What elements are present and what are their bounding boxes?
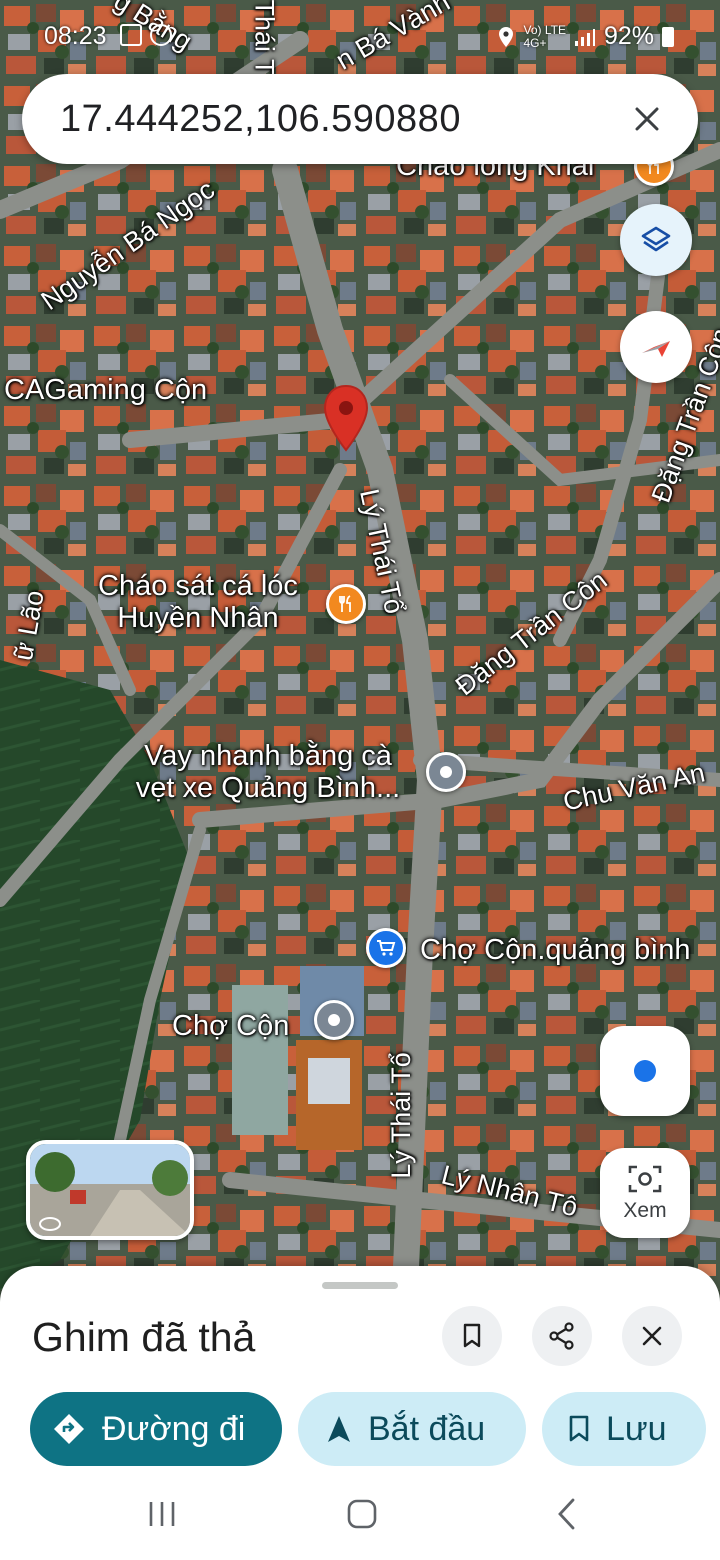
lens-label: Xem bbox=[623, 1199, 667, 1222]
search-bar[interactable]: 17.444252,106.590880 bbox=[22, 74, 698, 164]
street-view-image bbox=[30, 1144, 190, 1236]
my-location-icon bbox=[634, 1060, 656, 1082]
bookmark-icon bbox=[569, 1415, 589, 1442]
place-label-line: vẹt xe Quảng Bình... bbox=[135, 772, 401, 804]
street-label-ly-thai-to: Lý Thái Tổ bbox=[385, 1052, 416, 1179]
home-icon bbox=[347, 1499, 377, 1529]
close-icon bbox=[635, 107, 659, 131]
place-label-cho-con-shop[interactable]: Chợ Cộn.quảng bình bbox=[420, 934, 691, 966]
battery-level: 92% bbox=[603, 22, 654, 50]
my-location-button[interactable] bbox=[600, 1026, 690, 1116]
network-sub: Vo) LTE bbox=[523, 22, 566, 37]
location-icon bbox=[499, 26, 514, 47]
system-icons: Vo) LTE 4G+ 92% bbox=[497, 22, 674, 51]
search-query[interactable]: 17.444252,106.590880 bbox=[60, 98, 461, 141]
recent-apps-icon bbox=[149, 1502, 175, 1526]
directions-label: Đường đi bbox=[102, 1409, 246, 1448]
compass-button[interactable] bbox=[620, 311, 692, 383]
layers-button[interactable] bbox=[620, 204, 692, 276]
start-label: Bắt đầu bbox=[368, 1409, 486, 1448]
status-bar: 08:23 Vo) LTE 4G+ 92% bbox=[0, 18, 720, 58]
messenger-icon bbox=[150, 24, 172, 46]
restaurant-pin-icon[interactable] bbox=[326, 584, 366, 624]
signal-icon bbox=[574, 28, 595, 46]
drag-handle[interactable] bbox=[322, 1282, 398, 1289]
place-pin-icon[interactable] bbox=[314, 1000, 354, 1040]
sheet-title: Ghim đã thả bbox=[32, 1314, 256, 1360]
close-sheet-button[interactable] bbox=[622, 1306, 682, 1366]
network-gen: 4G+ bbox=[523, 35, 547, 50]
shopping-cart-pin-icon[interactable] bbox=[366, 928, 406, 968]
save-label: Lưu bbox=[606, 1409, 667, 1448]
lens-view-button[interactable]: Xem bbox=[600, 1148, 690, 1238]
system-nav-bar bbox=[0, 1480, 720, 1560]
layers-icon bbox=[641, 226, 671, 252]
home-button[interactable] bbox=[332, 1494, 392, 1534]
close-icon bbox=[642, 1326, 662, 1346]
network-type: Vo) LTE 4G+ bbox=[523, 22, 566, 50]
share-icon bbox=[549, 1322, 574, 1350]
place-label-line: Huyền Nhân bbox=[117, 602, 279, 634]
place-label-line: Cháo sát cá lóc bbox=[98, 570, 298, 602]
lens-icon bbox=[628, 1165, 662, 1193]
place-pin-icon[interactable] bbox=[426, 752, 466, 792]
place-label-cagaming[interactable]: CAGaming Cộn bbox=[4, 374, 207, 406]
navigation-arrow-icon bbox=[328, 1416, 350, 1442]
gallery-icon bbox=[120, 24, 142, 46]
bookmark-icon bbox=[463, 1323, 481, 1348]
clock: 08:23 bbox=[44, 22, 107, 50]
street-view-thumbnail[interactable] bbox=[26, 1140, 194, 1240]
directions-icon bbox=[54, 1414, 84, 1444]
back-button[interactable] bbox=[536, 1494, 596, 1534]
place-label-cho-con[interactable]: Chợ Cộn bbox=[172, 1010, 289, 1042]
start-navigation-button[interactable]: Bắt đầu bbox=[298, 1392, 526, 1466]
back-icon bbox=[558, 1498, 575, 1530]
directions-button[interactable]: Đường đi bbox=[30, 1392, 282, 1466]
battery-icon bbox=[662, 26, 674, 47]
recent-apps-button[interactable] bbox=[132, 1494, 192, 1534]
share-button[interactable] bbox=[532, 1306, 592, 1366]
compass-icon bbox=[642, 341, 670, 357]
clear-search-button[interactable] bbox=[624, 96, 670, 142]
place-label-chao-sat-ca-loc[interactable]: Cháo sát cá lóc Huyền Nhân bbox=[78, 570, 318, 634]
dropped-pin-icon[interactable] bbox=[322, 384, 370, 452]
notification-icons bbox=[120, 24, 172, 46]
bookmark-button[interactable] bbox=[442, 1306, 502, 1366]
place-label-line: Vay nhanh bằng cà bbox=[144, 740, 392, 772]
save-button[interactable]: Lưu bbox=[542, 1392, 706, 1466]
place-label-vay-nhanh[interactable]: Vay nhanh bằng cà vẹt xe Quảng Bình... bbox=[118, 740, 418, 804]
